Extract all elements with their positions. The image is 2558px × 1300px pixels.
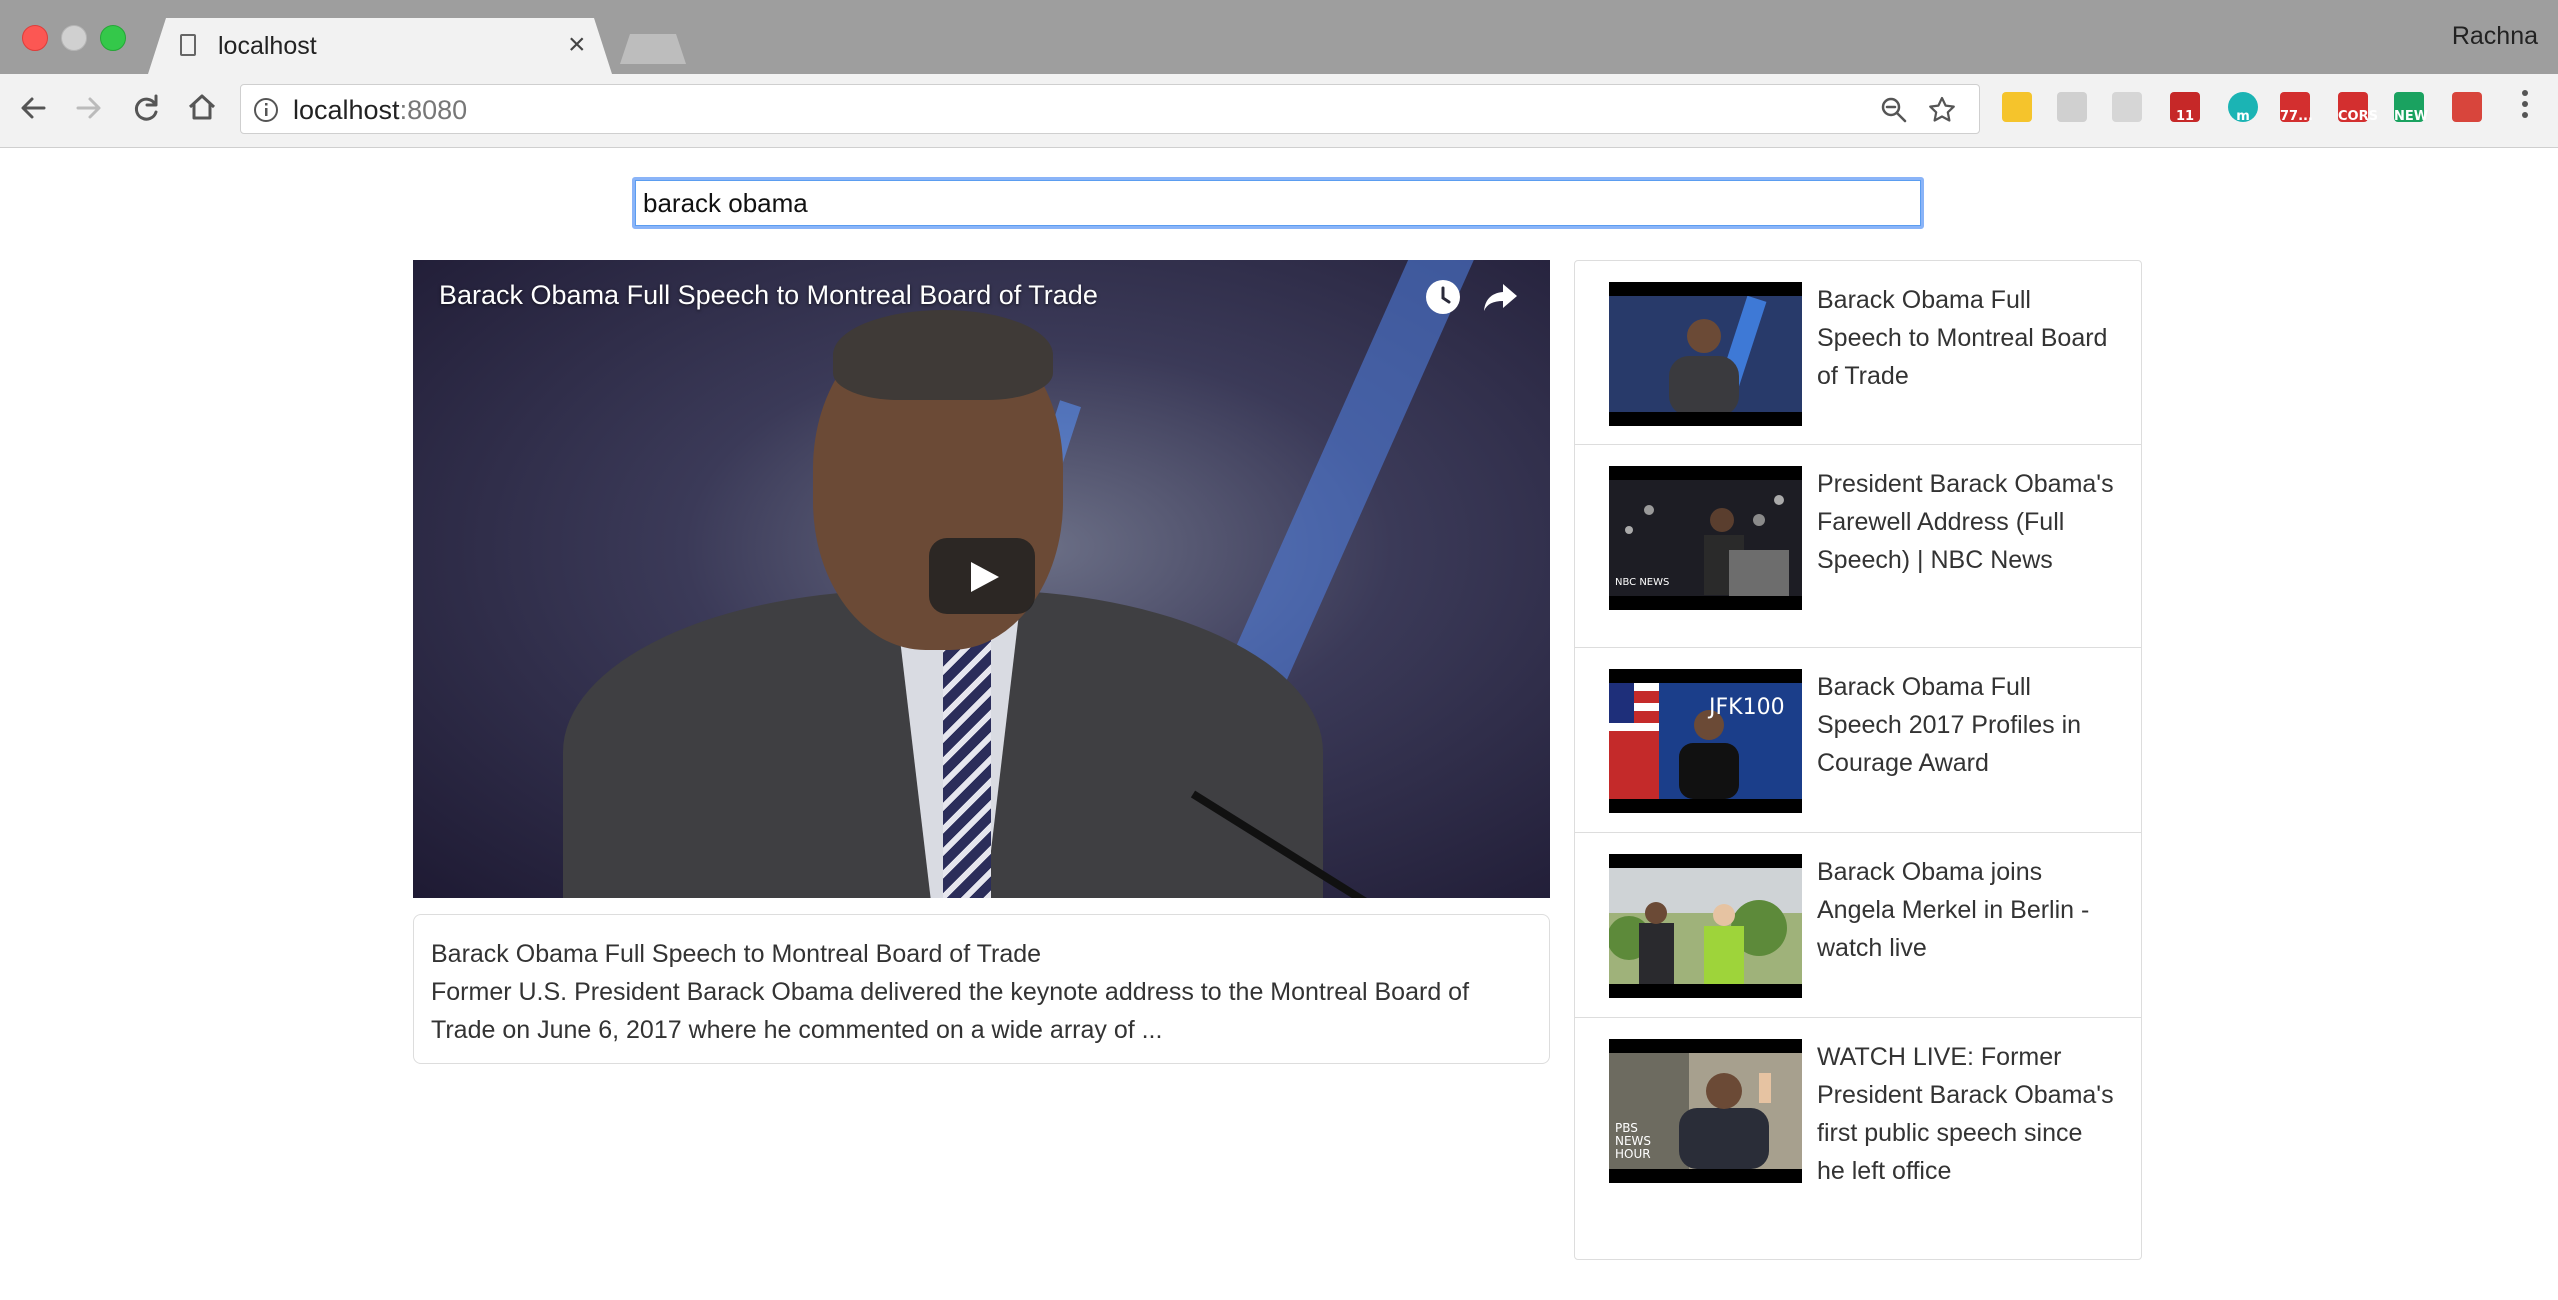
video-list: Barack Obama Full Speech to Montreal Boa… — [1574, 260, 2142, 1260]
extension-badge: CORS — [2338, 109, 2378, 124]
drive-icon[interactable] — [2057, 92, 2087, 122]
window-minimize-button[interactable] — [61, 25, 87, 51]
list-item-title[interactable]: Barack Obama joins Angela Merkel in Berl… — [1817, 853, 2117, 967]
list-item-title[interactable]: Barack Obama Full Speech to Montreal Boa… — [1817, 281, 2117, 395]
browser-tab[interactable]: localhost × — [148, 18, 612, 74]
new-icon[interactable]: NEW — [2394, 92, 2429, 124]
list-item-title[interactable]: Barack Obama Full Speech 2017 Profiles i… — [1817, 668, 2117, 782]
extension-badge: 11 — [2175, 109, 2195, 124]
video-thumbnail[interactable] — [1609, 282, 1802, 426]
video-details: Barack Obama Full Speech to Montreal Boa… — [413, 914, 1550, 1064]
watch-later-icon[interactable] — [1426, 280, 1460, 314]
list-item[interactable]: Barack Obama Full Speech to Montreal Boa… — [1575, 261, 2141, 445]
extension-badge: 77... — [2280, 109, 2313, 124]
search-input[interactable] — [632, 177, 1924, 229]
browser-titlebar: localhost × Rachna — [0, 0, 2558, 74]
info-icon[interactable] — [253, 97, 279, 123]
url-text[interactable]: localhost:8080 — [293, 95, 467, 126]
thumbnail-text: JFK100 — [1709, 695, 1785, 720]
window-maximize-button[interactable] — [100, 25, 126, 51]
browser-menu-icon[interactable] — [2522, 90, 2530, 123]
address-bar[interactable]: localhost:8080 — [240, 84, 1980, 134]
thumbnail-text: NBC NEWS — [1615, 577, 1670, 588]
thumbnail-text: PBS NEWS HOUR — [1615, 1121, 1652, 1161]
zoom-icon[interactable] — [1879, 95, 1909, 125]
list-item[interactable]: NBC NEWS President Barack Obama's Farewe… — [1575, 445, 2141, 648]
page-icon — [180, 34, 196, 56]
profile-name[interactable]: Rachna — [2452, 22, 2538, 51]
evernote-icon[interactable] — [2002, 92, 2032, 122]
list-item-title[interactable]: WATCH LIVE: Former President Barack Obam… — [1817, 1038, 2117, 1190]
m-icon[interactable]: m — [2228, 92, 2258, 124]
list-item[interactable]: Barack Obama joins Angela Merkel in Berl… — [1575, 833, 2141, 1018]
video-thumbnail[interactable]: NBC NEWS — [1609, 466, 1802, 610]
thumbnail-image — [1609, 296, 1802, 412]
share-icon[interactable] — [1481, 280, 1521, 314]
home-icon[interactable] — [182, 88, 222, 128]
speaker-hair — [833, 310, 1053, 400]
tab-title: localhost — [218, 32, 317, 60]
list-item[interactable]: JFK100 Barack Obama Full Speech 2017 Pro… — [1575, 648, 2141, 833]
forward-icon[interactable] — [68, 88, 108, 128]
video-thumbnail[interactable]: PBS NEWS HOUR — [1609, 1039, 1802, 1183]
extension-badge: NEW — [2394, 109, 2429, 124]
new-tab-button[interactable] — [620, 34, 686, 64]
video-details-description: Former U.S. President Barack Obama deliv… — [431, 978, 1470, 1044]
speaker-tie — [943, 630, 991, 898]
video-details-title: Barack Obama Full Speech to Montreal Boa… — [431, 940, 1042, 968]
player-title[interactable]: Barack Obama Full Speech to Montreal Boa… — [439, 280, 1098, 311]
bookmark-star-icon[interactable] — [1927, 95, 1957, 125]
play-button[interactable] — [929, 538, 1035, 614]
video-player[interactable]: Barack Obama Full Speech to Montreal Boa… — [413, 260, 1550, 898]
calendar-icon[interactable]: 11 — [2170, 92, 2200, 124]
window-close-button[interactable] — [22, 25, 48, 51]
thumbnail-image — [1609, 868, 1802, 984]
back-icon[interactable] — [14, 88, 54, 128]
list-item[interactable]: PBS NEWS HOUR WATCH LIVE: Former Preside… — [1575, 1018, 2141, 1259]
video-thumbnail[interactable] — [1609, 854, 1802, 998]
photo-icon[interactable] — [2452, 92, 2482, 122]
cors-icon[interactable]: CORS — [2338, 92, 2378, 124]
url-port: :8080 — [399, 95, 468, 125]
url-host: localhost — [293, 95, 400, 125]
reload-icon[interactable] — [126, 88, 166, 128]
list-item-title[interactable]: President Barack Obama's Farewell Addres… — [1817, 465, 2117, 579]
extension-badge: m — [2236, 109, 2250, 124]
tab-close-icon[interactable]: × — [568, 28, 586, 62]
video-thumbnail[interactable]: JFK100 — [1609, 669, 1802, 813]
gmail-icon[interactable]: 77... — [2280, 92, 2313, 124]
swirl-icon[interactable] — [2112, 92, 2142, 122]
